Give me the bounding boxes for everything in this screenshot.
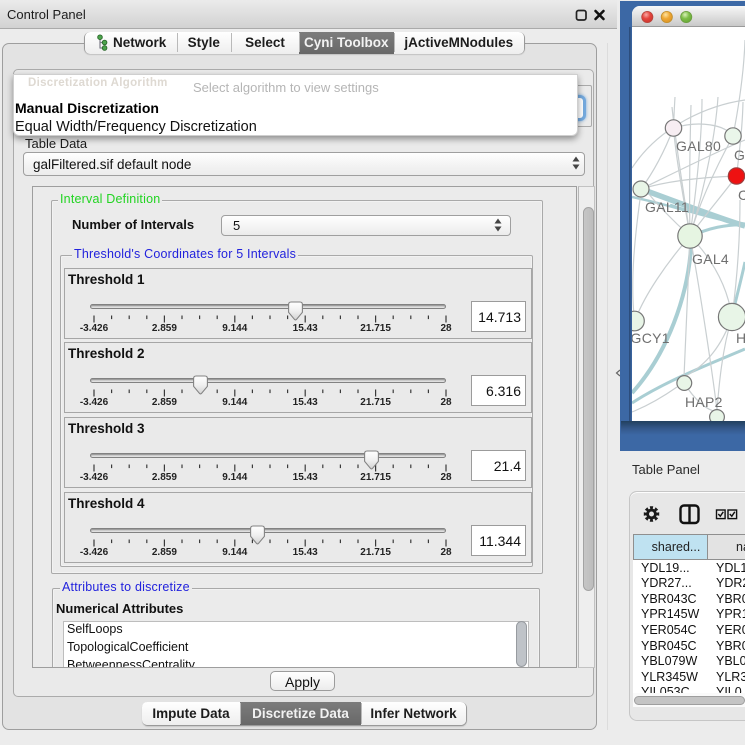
svg-text:GCY1: GCY1: [632, 330, 670, 346]
svg-text:C: C: [738, 187, 745, 203]
svg-text:GA: GA: [734, 147, 745, 163]
svg-text:GAL11: GAL11: [645, 199, 689, 215]
svg-text:HAP2: HAP2: [685, 394, 723, 410]
svg-text:H: H: [736, 330, 745, 346]
svg-text:GAL80: GAL80: [676, 138, 721, 154]
svg-text:GAL4: GAL4: [692, 251, 729, 267]
